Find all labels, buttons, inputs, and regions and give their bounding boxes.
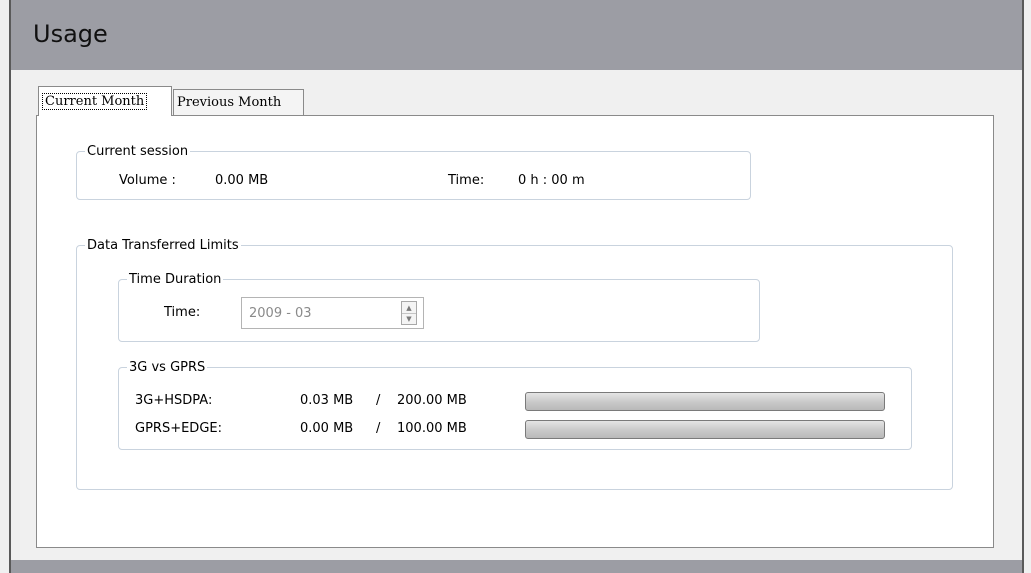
- tab-current-month[interactable]: Current Month: [38, 86, 172, 116]
- gprs-progress-bar: [525, 420, 885, 439]
- duration-time-label: Time:: [164, 305, 201, 320]
- current-session-legend: Current session: [87, 144, 189, 159]
- time-duration-group: Time Duration: [118, 272, 760, 342]
- hsdpa-limit: 200.00 MB: [397, 393, 467, 408]
- spin-down-icon[interactable]: ▼: [402, 313, 416, 324]
- hsdpa-progress-bar: [525, 392, 885, 411]
- gprs-limit: 100.00 MB: [397, 421, 467, 436]
- hsdpa-separator: /: [376, 393, 381, 408]
- header-bar: Usage: [11, 0, 1022, 70]
- volume-value: 0.00 MB: [215, 173, 269, 188]
- tab-previous-month[interactable]: Previous Month: [173, 89, 304, 115]
- current-session-group: Current session: [76, 144, 751, 200]
- month-spin-input[interactable]: 2009 - 03 ▲ ▼: [241, 297, 424, 329]
- window-right-border: [1022, 0, 1024, 573]
- tab-previous-month-label: Previous Month: [177, 95, 282, 110]
- gprs-used: 0.00 MB: [300, 421, 354, 436]
- network-usage-legend: 3G vs GPRS: [129, 360, 206, 375]
- bottom-bar: [11, 560, 1022, 573]
- hsdpa-used: 0.03 MB: [300, 393, 354, 408]
- month-spin-buttons: ▲ ▼: [401, 301, 417, 325]
- volume-label: Volume :: [119, 173, 176, 188]
- session-time-value: 0 h : 00 m: [518, 173, 585, 188]
- page-title: Usage: [33, 20, 108, 48]
- session-time-label: Time:: [448, 173, 485, 188]
- gprs-separator: /: [376, 421, 381, 436]
- time-duration-legend: Time Duration: [129, 272, 222, 287]
- data-limits-legend: Data Transferred Limits: [87, 238, 239, 253]
- tab-current-month-label: Current Month: [42, 93, 148, 110]
- month-spin-value: 2009 - 03: [249, 306, 312, 321]
- gprs-label: GPRS+EDGE:: [135, 421, 222, 436]
- hsdpa-label: 3G+HSDPA:: [135, 393, 213, 408]
